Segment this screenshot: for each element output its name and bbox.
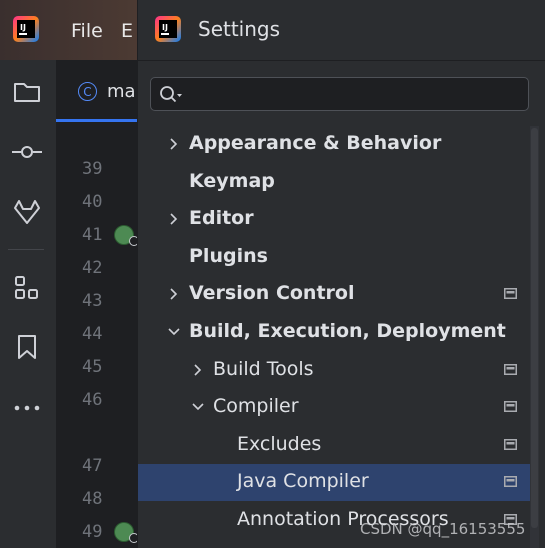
svg-text:IJ: IJ	[20, 23, 26, 32]
class-c-icon: C	[78, 82, 97, 101]
line-number: 44	[82, 324, 103, 344]
menu-edit[interactable]: E	[121, 20, 133, 42]
structure-icon[interactable]	[12, 273, 42, 303]
settings-tree-item[interactable]: Build Tools	[138, 352, 530, 389]
project-level-icon	[504, 363, 517, 375]
settings-tree-item[interactable]: Plugins	[138, 239, 530, 276]
settings-tree-item-label: Plugins	[189, 244, 268, 267]
settings-tree-item-label: Build Tools	[213, 357, 314, 380]
chevron-down-icon[interactable]	[166, 324, 182, 340]
line-number: 39	[82, 159, 103, 179]
chevron-right-icon[interactable]	[166, 286, 182, 302]
line-number: 42	[82, 258, 103, 278]
settings-tree-item-label: Appearance & Behavior	[189, 132, 442, 154]
settings-tree-item-label: Compiler	[213, 395, 299, 418]
settings-tree-item[interactable]: Java Compiler	[138, 464, 530, 502]
chevron-down-icon[interactable]	[190, 399, 206, 415]
settings-tree-item-label: Editor	[189, 207, 254, 230]
settings-tree-item[interactable]: Editor	[138, 201, 530, 238]
settings-tree-item[interactable]: Keymap	[138, 164, 530, 201]
settings-tree-item[interactable]: Appearance & Behavior	[138, 126, 530, 163]
tool-window-bar	[0, 60, 56, 548]
line-number: 48	[82, 489, 103, 509]
chevron-right-icon[interactable]	[190, 362, 206, 378]
intellij-logo-icon: IJ	[13, 16, 39, 42]
line-number: 40	[82, 192, 103, 212]
dialog-header: IJ Settings	[138, 0, 545, 61]
project-level-icon	[504, 476, 517, 488]
scrollbar-thumb[interactable]	[531, 128, 538, 528]
settings-tree-item-label: Keymap	[189, 169, 275, 192]
settings-tree-item[interactable]: Build, Execution, Deployment	[138, 314, 530, 351]
settings-search-box[interactable]	[150, 77, 529, 111]
spring-endpoint-icon[interactable]	[114, 225, 139, 246]
settings-tree-item-label: Build, Execution, Deployment	[189, 320, 506, 342]
more-tools-icon[interactable]	[12, 392, 42, 422]
dialog-title: Settings	[198, 17, 281, 41]
project-level-icon	[504, 401, 517, 413]
settings-tree-item-label: Java Compiler	[237, 470, 369, 493]
line-number: 41	[82, 225, 103, 245]
line-number: 43	[82, 291, 103, 311]
tree-scrollbar[interactable]	[530, 126, 539, 548]
settings-dialog: IJ Settings Appearance & Behavior Keymap E…	[137, 0, 545, 548]
watermark-text: CSDN @qq_16153555	[360, 520, 526, 538]
bookmarks-icon[interactable]	[12, 332, 42, 362]
settings-tree-item-label: Version Control	[189, 282, 355, 305]
settings-tree: Appearance & Behavior Keymap Editor Plugins…	[138, 126, 530, 548]
project-folder-icon[interactable]	[12, 77, 42, 107]
chevron-right-icon[interactable]	[166, 211, 182, 227]
settings-tree-item[interactable]: Compiler	[138, 389, 530, 426]
search-icon[interactable]	[159, 85, 183, 105]
line-number: 49	[82, 522, 103, 542]
settings-search-input[interactable]	[189, 82, 523, 108]
svg-text:IJ: IJ	[162, 23, 168, 32]
project-level-icon	[504, 288, 517, 300]
chevron-right-icon[interactable]	[166, 136, 182, 152]
commit-icon[interactable]	[12, 137, 42, 167]
gitlab-icon[interactable]	[12, 197, 42, 227]
intellij-logo-icon: IJ	[155, 16, 181, 42]
settings-tree-item[interactable]: Version Control	[138, 276, 530, 313]
settings-tree-item[interactable]: Excludes	[138, 427, 530, 464]
tool-window-divider	[8, 249, 44, 250]
spring-endpoint-icon[interactable]	[114, 522, 139, 543]
menu-file[interactable]: File	[71, 20, 103, 42]
line-number: 45	[82, 357, 103, 377]
editor-tab-label[interactable]: ma	[107, 81, 136, 102]
line-number: 46	[82, 390, 103, 410]
line-number: 47	[82, 456, 103, 476]
project-level-icon	[504, 438, 517, 450]
settings-tree-item-label: Excludes	[237, 432, 322, 455]
